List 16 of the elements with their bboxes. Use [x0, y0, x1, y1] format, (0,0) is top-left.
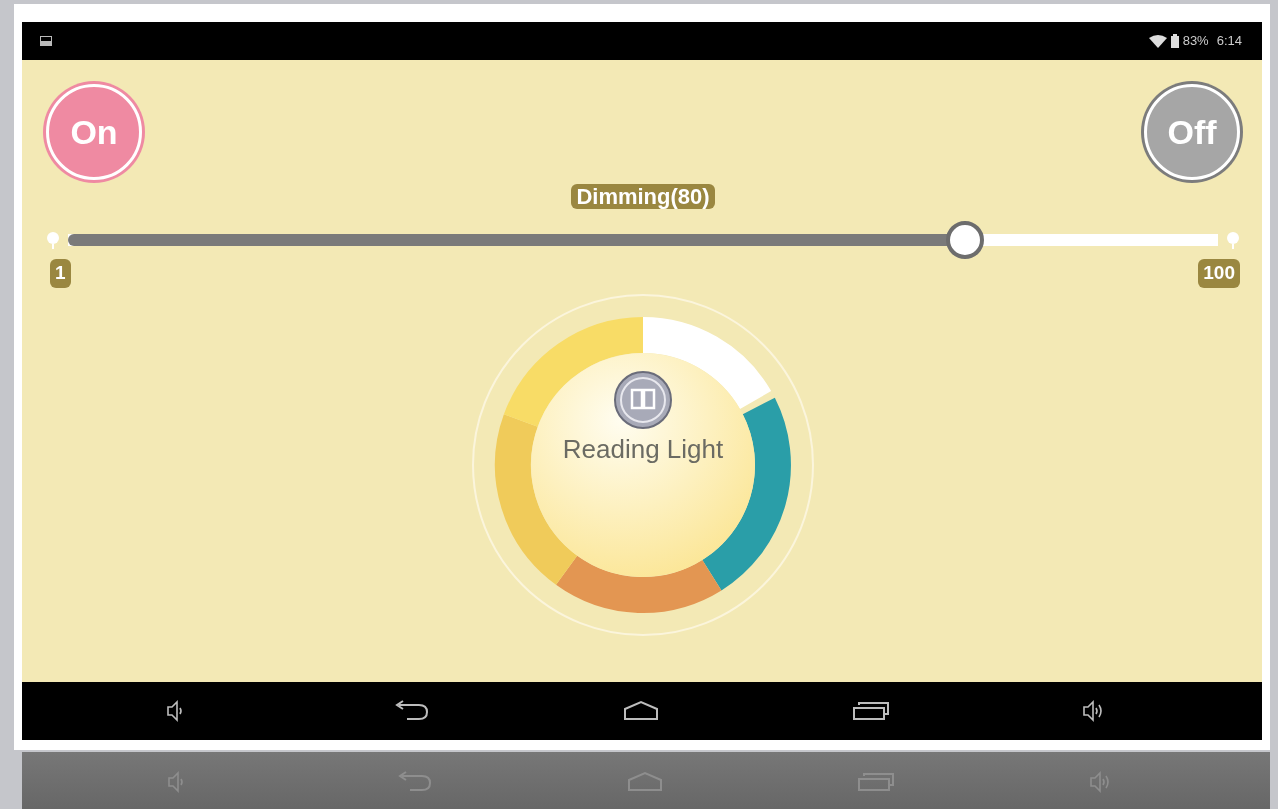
mode-label: Reading Light	[562, 432, 724, 466]
slider-thumb[interactable]	[946, 221, 985, 259]
pin-icon	[1226, 231, 1240, 249]
dimming-label: Dimming(80)	[571, 184, 715, 209]
screenshot-icon	[40, 36, 52, 46]
recent-apps-icon[interactable]	[850, 699, 891, 723]
on-button[interactable]: On	[46, 84, 142, 180]
slider-max-label: 100	[1198, 259, 1240, 288]
book-icon	[613, 369, 673, 430]
slider-min-label: 1	[50, 259, 71, 288]
pin-icon	[46, 231, 60, 249]
battery-percent: 83%	[1182, 32, 1209, 51]
clock-time: 6:14	[1216, 32, 1242, 51]
off-button[interactable]: Off	[1144, 84, 1240, 180]
battery-icon	[1170, 34, 1179, 48]
wifi-icon	[1148, 34, 1167, 48]
